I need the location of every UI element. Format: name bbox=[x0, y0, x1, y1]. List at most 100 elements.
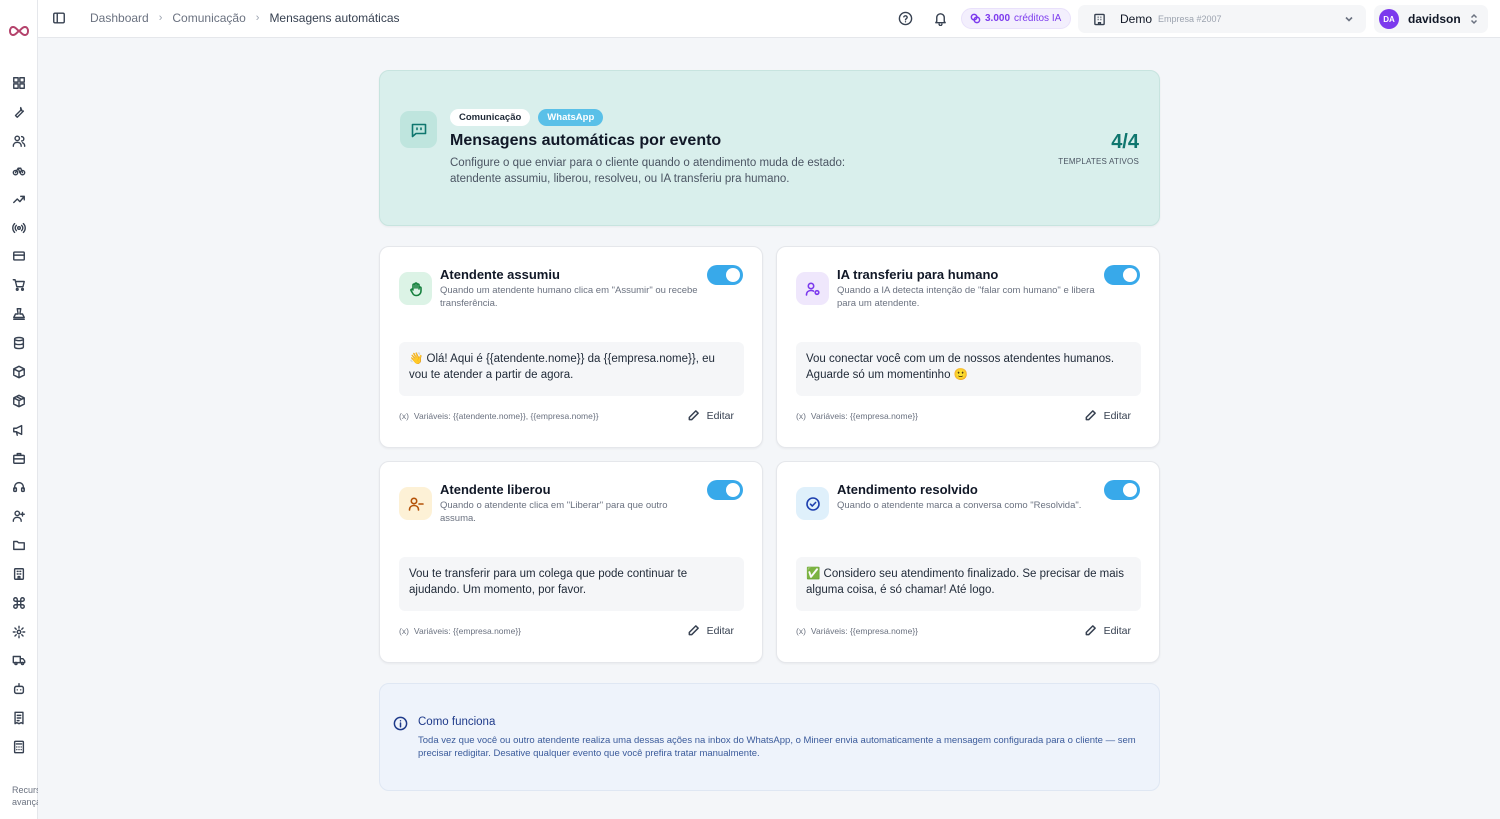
message-preview: Vou conectar você com um de nossos atend… bbox=[796, 342, 1141, 396]
edit-label: Editar bbox=[1103, 409, 1131, 422]
edit-label: Editar bbox=[1103, 624, 1131, 637]
user-minus-icon bbox=[399, 487, 432, 520]
page-title: Mensagens automáticas por evento bbox=[450, 132, 722, 149]
sidebar-toggle-icon[interactable] bbox=[52, 11, 68, 27]
help-icon[interactable] bbox=[898, 11, 914, 27]
event-card-atendimento-resolvido: Atendimento resolvido Quando o atendente… bbox=[776, 461, 1160, 663]
coins-icon bbox=[970, 13, 981, 24]
package-icon[interactable] bbox=[11, 393, 27, 409]
card-title: Atendente liberou bbox=[440, 482, 551, 497]
building-icon[interactable] bbox=[11, 566, 27, 582]
credits-label: créditos IA bbox=[1014, 13, 1062, 24]
variables-hint: (x) Variáveis: {{empresa.nome}} bbox=[796, 411, 918, 421]
chevron-down-icon bbox=[1345, 16, 1353, 22]
bot-icon[interactable] bbox=[11, 681, 27, 697]
event-card-atendente-liberou: Atendente liberou Quando o atendente cli… bbox=[379, 461, 763, 663]
bicycle-icon[interactable] bbox=[11, 162, 27, 178]
active-templates-label: TEMPLATES ATIVOS bbox=[1058, 157, 1139, 166]
info-icon bbox=[393, 716, 409, 732]
megaphone-icon[interactable] bbox=[11, 422, 27, 438]
sidebar: Recursos avançados bbox=[0, 0, 38, 819]
page-description: Configure o que enviar para o cliente qu… bbox=[450, 157, 846, 185]
avatar: DA bbox=[1379, 9, 1399, 29]
message-preview: Vou te transferir para um colega que pod… bbox=[399, 557, 744, 611]
card-subtitle: Quando a IA detecta intenção de "falar c… bbox=[837, 285, 1095, 309]
chevron-right-icon: › bbox=[158, 12, 163, 24]
variables-hint: (x) Variáveis: {{atendente.nome}}, {{emp… bbox=[399, 411, 599, 421]
calculator-icon[interactable] bbox=[11, 739, 27, 755]
category-chip: Comunicação bbox=[450, 109, 531, 126]
enable-toggle[interactable] bbox=[707, 265, 743, 285]
info-text: Toda vez que você ou outro atendente rea… bbox=[418, 735, 1136, 759]
box-icon[interactable] bbox=[11, 364, 27, 380]
company-id: Empresa #2007 bbox=[1158, 14, 1222, 24]
command-icon[interactable] bbox=[11, 595, 27, 611]
variables-text: Variáveis: {{empresa.nome}} bbox=[413, 626, 522, 636]
topbar: Dashboard › Comunicação › Mensagens auto… bbox=[38, 0, 1500, 38]
breadcrumb: Dashboard › Comunicação › Mensagens auto… bbox=[90, 11, 400, 25]
ai-credits-badge[interactable]: 3.000 créditos IA bbox=[961, 8, 1072, 29]
edit-button[interactable]: Editar bbox=[1084, 624, 1131, 637]
enable-toggle[interactable] bbox=[707, 480, 743, 500]
card-title: IA transferiu para humano bbox=[837, 267, 999, 282]
credit-card-icon[interactable] bbox=[11, 248, 27, 264]
card-title: Atendimento resolvido bbox=[837, 482, 978, 497]
trending-up-icon[interactable] bbox=[11, 191, 27, 207]
cart-icon[interactable] bbox=[11, 277, 27, 293]
how-it-works-box: Como funciona Toda vez que você ou outro… bbox=[379, 683, 1160, 791]
company-selector[interactable]: Demo Empresa #2007 bbox=[1078, 5, 1366, 33]
channel-chip: WhatsApp bbox=[538, 109, 604, 126]
building-icon bbox=[1094, 13, 1105, 25]
sidebar-footer-label[interactable]: Recursos avançados bbox=[12, 784, 38, 808]
edit-button[interactable]: Editar bbox=[1084, 409, 1131, 422]
user-name: davidson bbox=[1408, 12, 1461, 26]
enable-toggle[interactable] bbox=[1104, 480, 1140, 500]
breadcrumb-dashboard[interactable]: Dashboard bbox=[90, 11, 149, 25]
broadcast-icon[interactable] bbox=[11, 220, 27, 236]
message-preview: 👋 Olá! Aqui é {{atendente.nome}} da {{em… bbox=[399, 342, 744, 396]
event-card-atendente-assumiu: Atendente assumiu Quando um atendente hu… bbox=[379, 246, 763, 448]
info-title: Como funciona bbox=[418, 716, 496, 728]
user-group-icon[interactable] bbox=[11, 508, 27, 524]
card-subtitle: Quando o atendente clica em "Liberar" pa… bbox=[440, 500, 668, 524]
card-subtitle: Quando um atendente humano clica em "Ass… bbox=[440, 285, 698, 309]
edit-button[interactable]: Editar bbox=[687, 409, 734, 422]
braces-icon: (x) bbox=[796, 411, 806, 421]
edit-label: Editar bbox=[706, 409, 734, 422]
event-card-ia-transferiu: IA transferiu para humano Quando a IA de… bbox=[776, 246, 1160, 448]
breadcrumb-current: Mensagens automáticas bbox=[269, 11, 400, 25]
card-title: Atendente assumiu bbox=[440, 267, 560, 282]
braces-icon: (x) bbox=[399, 411, 409, 421]
check-circle-icon bbox=[796, 487, 829, 520]
company-name: Demo bbox=[1120, 12, 1153, 26]
stamp-icon[interactable] bbox=[11, 306, 27, 322]
pencil-icon bbox=[1085, 410, 1096, 421]
wrench-icon[interactable] bbox=[11, 104, 27, 120]
enable-toggle[interactable] bbox=[1104, 265, 1140, 285]
hero-chips: Comunicação WhatsApp bbox=[450, 109, 604, 126]
breadcrumb-comunicacao[interactable]: Comunicação bbox=[172, 11, 245, 25]
dashboard-icon[interactable] bbox=[11, 75, 27, 91]
variables-hint: (x) Variáveis: {{empresa.nome}} bbox=[796, 626, 918, 636]
hero-card: Comunicação WhatsApp Mensagens automátic… bbox=[379, 70, 1160, 226]
bell-icon[interactable] bbox=[933, 11, 949, 27]
variables-text: Variáveis: {{atendente.nome}}, {{empresa… bbox=[413, 411, 599, 421]
edit-button[interactable]: Editar bbox=[687, 624, 734, 637]
hand-icon bbox=[399, 272, 432, 305]
variables-text: Variáveis: {{empresa.nome}} bbox=[810, 411, 919, 421]
message-preview: ✅ Considero seu atendimento finalizado. … bbox=[796, 557, 1141, 611]
folder-icon[interactable] bbox=[11, 537, 27, 553]
credits-amount: 3.000 bbox=[985, 13, 1011, 24]
users-icon[interactable] bbox=[11, 133, 27, 149]
user-cog-icon bbox=[796, 272, 829, 305]
edit-label: Editar bbox=[706, 624, 734, 637]
truck-icon[interactable] bbox=[11, 652, 27, 668]
receipt-icon[interactable] bbox=[11, 710, 27, 726]
briefcase-icon[interactable] bbox=[11, 450, 27, 466]
settings-icon[interactable] bbox=[11, 624, 27, 640]
headset-icon[interactable] bbox=[11, 479, 27, 495]
user-menu[interactable]: DA davidson bbox=[1374, 5, 1488, 33]
database-icon[interactable] bbox=[11, 335, 27, 351]
logo-icon[interactable] bbox=[7, 24, 31, 38]
variables-text: Variáveis: {{empresa.nome}} bbox=[810, 626, 919, 636]
